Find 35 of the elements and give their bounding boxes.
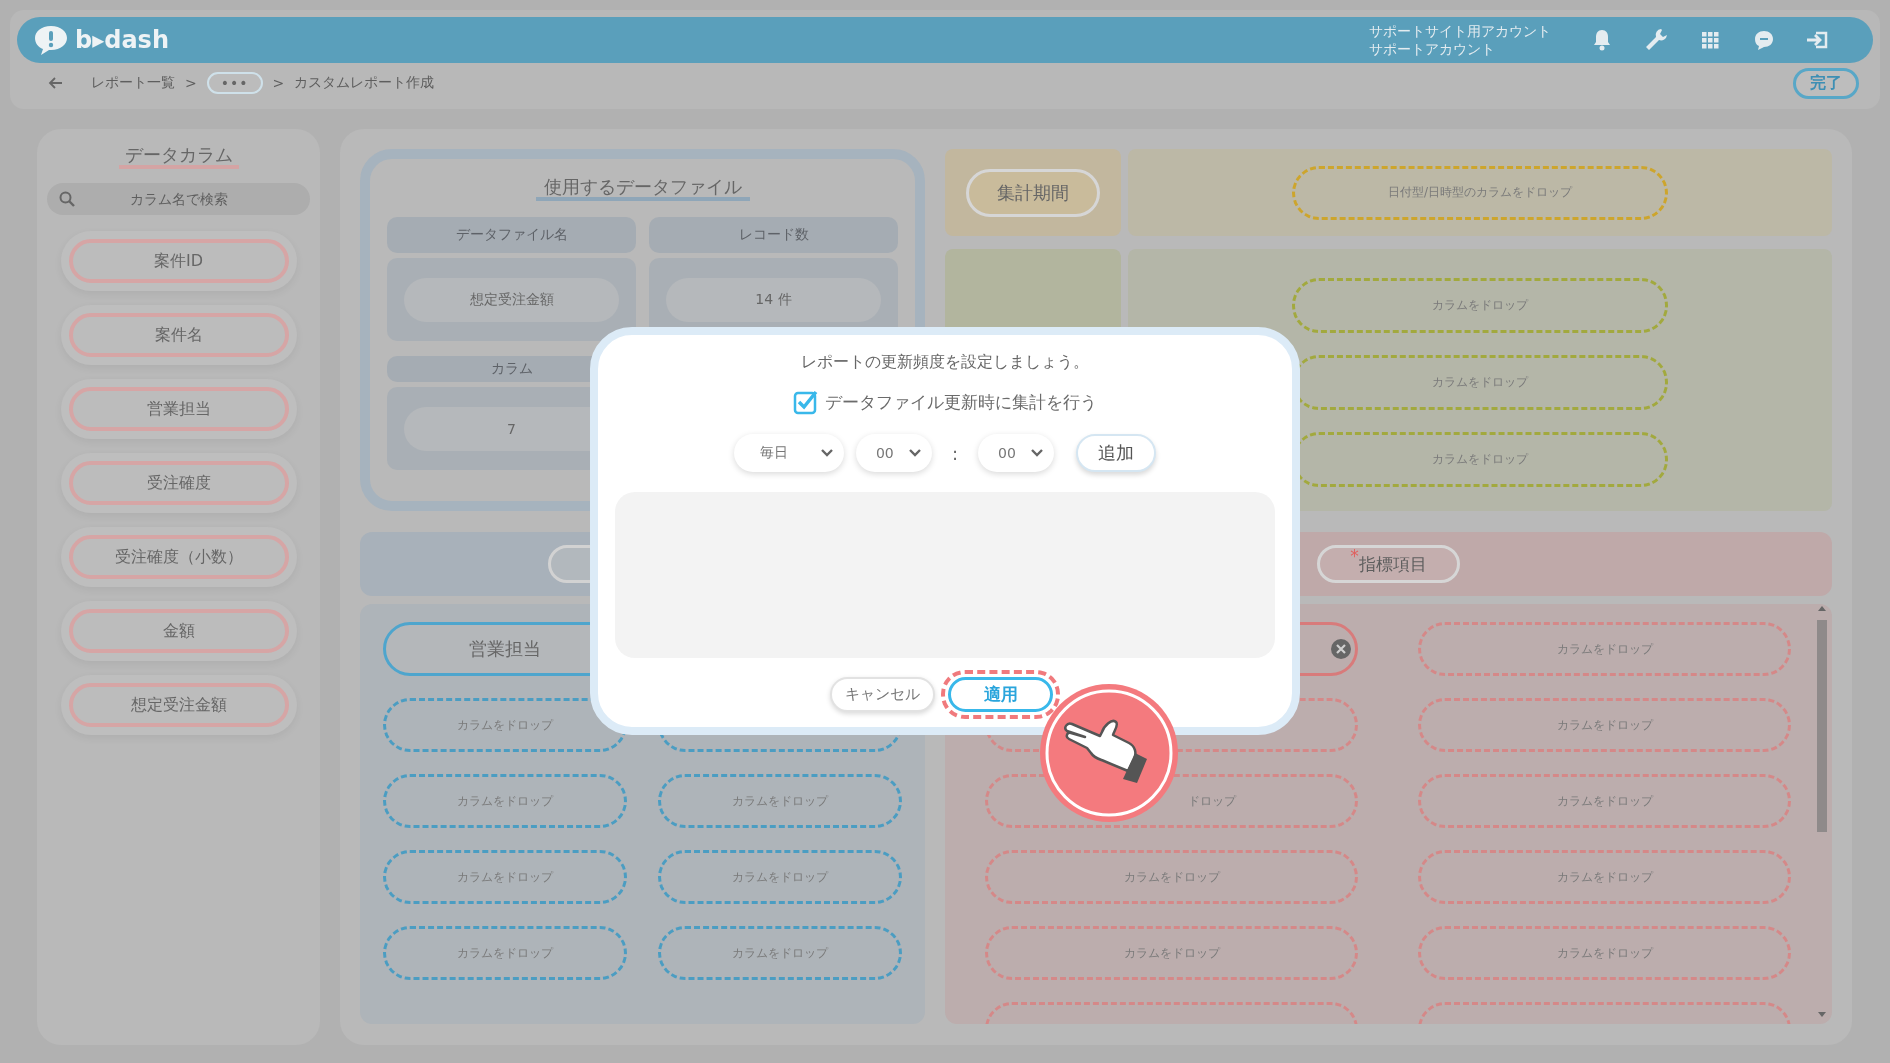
value-pill: 想定受注金額 — [404, 277, 619, 322]
hour-select[interactable]: 00 — [855, 434, 932, 472]
apply-button[interactable]: 適用 — [948, 677, 1053, 712]
checkbox[interactable] — [793, 389, 819, 415]
account-name: サポートサイト用アカウント — [1369, 22, 1551, 40]
breadcrumb-separator: > — [185, 75, 197, 91]
chevron-down-icon — [819, 448, 834, 458]
header-cell: データファイル名 — [387, 217, 636, 253]
done-button[interactable]: 完了 — [1793, 67, 1859, 99]
dialog-message: レポートの更新頻度を設定しましょう。 — [801, 351, 1089, 373]
add-button[interactable]: 追加 — [1076, 434, 1157, 472]
header-cell: レコード数 — [649, 217, 898, 253]
section-label: *指標項目 — [1317, 545, 1460, 583]
panel-title: データカラム — [118, 144, 239, 169]
more-button[interactable]: ••• — [206, 72, 263, 94]
logo-bubble-icon — [33, 24, 69, 56]
frequency-select[interactable]: 毎日 — [733, 434, 844, 472]
breadcrumb-link[interactable]: レポート一覧 — [91, 74, 175, 92]
search-icon — [59, 191, 75, 207]
chevron-down-icon — [907, 448, 922, 458]
time-separator: : — [951, 442, 959, 464]
remove-icon[interactable] — [1330, 638, 1352, 660]
minute-select[interactable]: 00 — [978, 434, 1055, 472]
search-field[interactable]: カラム名で検索 — [47, 183, 310, 215]
period-label: 集計期間 — [966, 168, 1100, 217]
account-name: サポートアカウント — [1369, 40, 1496, 58]
chevron-down-icon — [1030, 448, 1045, 458]
cancel-button[interactable]: キャンセル — [830, 677, 935, 712]
logo-text: b▸dash — [75, 26, 169, 54]
breadcrumb-separator: > — [272, 75, 285, 91]
back-arrow-icon[interactable] — [47, 76, 63, 90]
panel-title: 使用するデータファイル — [535, 176, 750, 201]
checkbox-label[interactable]: データファイル更新時に集計を行う — [825, 390, 1097, 414]
breadcrumb-current: カスタムレポート作成 — [294, 74, 435, 92]
value-pill: 14 件 — [666, 277, 881, 322]
